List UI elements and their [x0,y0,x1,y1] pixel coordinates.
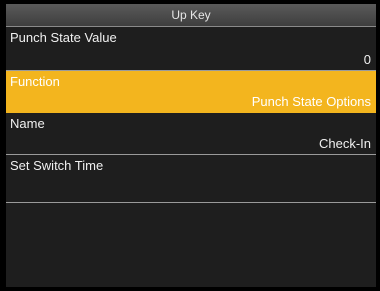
menu-item-label: Name [10,116,45,131]
device-screen: Up Key Punch State Value 0 Function Punc… [6,4,376,287]
menu-item-set-switch-time[interactable]: Set Switch Time [6,155,376,203]
menu-item-value: Punch State Options [251,94,371,109]
menu-item-value: 0 [363,52,371,67]
menu-item-function[interactable]: Function Punch State Options [6,71,376,113]
menu-item-value: Check-In [318,136,371,151]
menu-item-punch-state-value[interactable]: Punch State Value 0 [6,27,376,71]
screen-title: Up Key [6,4,376,27]
menu-item-label: Set Switch Time [10,158,104,173]
menu-item-name[interactable]: Name Check-In [6,113,376,155]
menu-item-label: Function [10,74,60,89]
menu-item-label: Punch State Value [10,30,117,45]
